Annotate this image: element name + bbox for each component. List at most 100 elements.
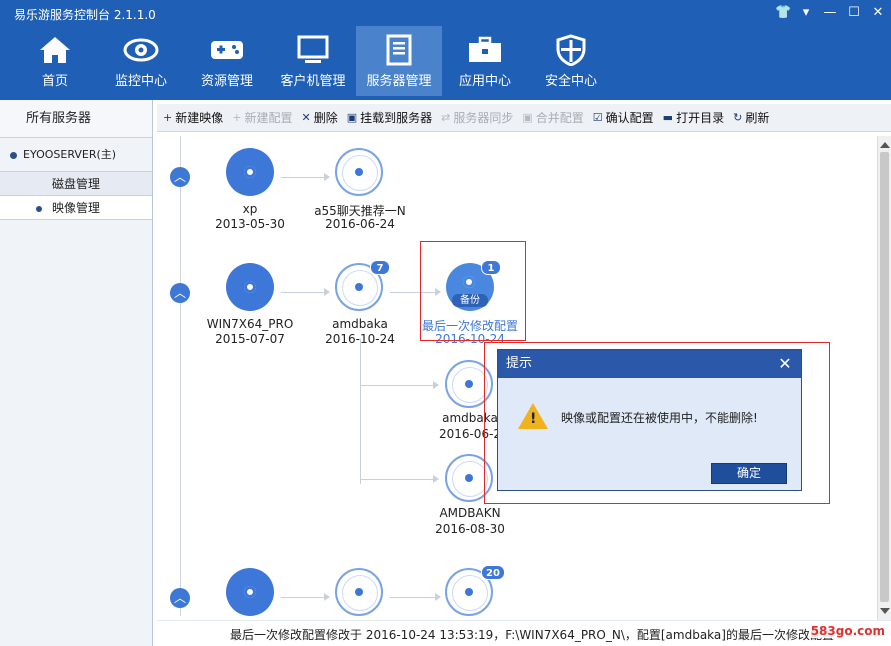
button-label: 删除 bbox=[313, 111, 338, 125]
dialog-message: 映像或配置还在被使用中，不能删除! bbox=[561, 411, 758, 425]
nav-label: 资源管理 bbox=[200, 74, 253, 89]
dialog-body: ! 映像或配置还在被使用中，不能删除! 确定 bbox=[498, 378, 801, 490]
folder-icon: ▬ bbox=[662, 111, 674, 124]
maximize-icon[interactable]: ☐ bbox=[847, 5, 861, 20]
mount-icon: ▣ bbox=[346, 111, 358, 124]
sidebar-header[interactable]: 所有服务器 bbox=[0, 100, 152, 138]
config-date: 2016-06-24 bbox=[325, 217, 395, 231]
highlight-box bbox=[420, 241, 526, 341]
scroll-down-icon[interactable] bbox=[880, 608, 890, 614]
sync-icon: ⇄ bbox=[441, 111, 451, 124]
nav-label: 服务器管理 bbox=[366, 74, 432, 89]
skin-icon[interactable]: 👕 bbox=[775, 5, 791, 20]
nav-label: 安全中心 bbox=[544, 74, 597, 89]
nav-monitor[interactable]: 监控中心 bbox=[98, 26, 184, 96]
nav-resources[interactable]: 资源管理 bbox=[184, 26, 270, 96]
server-name: EYOOSERVER(主) bbox=[23, 148, 117, 161]
server-sync-button[interactable]: ⇄ 服务器同步 bbox=[441, 109, 513, 126]
home-icon bbox=[12, 26, 98, 66]
status-bar: 最后一次修改配置修改于 2016-10-24 13:53:19，F:\WIN7X… bbox=[157, 620, 891, 646]
config-disc-icon[interactable] bbox=[335, 148, 383, 196]
nav-apps[interactable]: 应用中心 bbox=[442, 26, 528, 96]
button-label: 新建配置 bbox=[244, 111, 293, 125]
button-label: 新建映像 bbox=[175, 111, 224, 125]
branch-line bbox=[360, 339, 361, 484]
selected-dot-icon bbox=[36, 205, 42, 212]
collapse-row-3-button[interactable]: ︿ bbox=[170, 588, 190, 608]
nav-label: 首页 bbox=[41, 74, 68, 89]
base-image-disc-icon[interactable] bbox=[226, 263, 274, 311]
nav-servers[interactable]: 服务器管理 bbox=[356, 26, 442, 96]
ok-button[interactable]: 确定 bbox=[711, 463, 787, 484]
base-image-disc-icon[interactable] bbox=[226, 568, 274, 616]
confirm-config-button[interactable]: ☑ 确认配置 bbox=[593, 109, 654, 126]
button-label: 合并配置 bbox=[535, 111, 584, 125]
delete-icon: ✕ bbox=[301, 111, 311, 124]
nav-label: 客户机管理 bbox=[280, 74, 346, 89]
scroll-up-icon[interactable] bbox=[880, 142, 890, 148]
scroll-thumb[interactable] bbox=[880, 152, 889, 602]
eye-icon bbox=[98, 26, 184, 66]
main-nav: 首页 监控中心 资源管理 客户机管理 服务器管理 应用中心 安全中心 bbox=[12, 26, 614, 96]
branch-arrow bbox=[360, 475, 439, 483]
app-title: 易乐游服务控制台 2.1.1.0 bbox=[14, 8, 156, 22]
collapse-row-1-button[interactable]: ︿ bbox=[170, 167, 190, 187]
nav-label: 应用中心 bbox=[458, 74, 511, 89]
base-image-disc-icon[interactable] bbox=[226, 148, 274, 196]
nav-clients[interactable]: 客户机管理 bbox=[270, 26, 356, 96]
monitor-icon bbox=[270, 26, 356, 66]
tree-vertical-line bbox=[180, 136, 181, 616]
sidebar-item-images[interactable]: 映像管理 bbox=[0, 196, 152, 220]
alert-dialog: 提示 ✕ ! 映像或配置还在被使用中，不能删除! 确定 bbox=[497, 349, 802, 491]
branch-arrow bbox=[360, 381, 439, 389]
config-disc-icon[interactable] bbox=[335, 568, 383, 616]
checkbox-icon: ☑ bbox=[592, 111, 603, 124]
config-date: 2016-08-30 bbox=[435, 522, 505, 536]
merge-config-button[interactable]: ▣ 合并配置 bbox=[522, 109, 583, 126]
link-arrow bbox=[281, 288, 330, 296]
child-count-badge: 20 bbox=[481, 565, 505, 580]
button-label: 服务器同步 bbox=[453, 111, 514, 125]
collapse-row-2-button[interactable]: ︿ bbox=[170, 283, 190, 303]
menu-dropdown-icon[interactable]: ▾ bbox=[799, 5, 813, 20]
sidebar-item-disk[interactable]: 磁盘管理 bbox=[0, 172, 152, 196]
open-folder-button[interactable]: ▬ 打开目录 bbox=[663, 109, 724, 126]
gamepad-icon bbox=[184, 26, 270, 66]
dialog-title-bar: 提示 ✕ bbox=[498, 350, 801, 378]
minimize-icon[interactable]: — bbox=[823, 5, 837, 20]
expand-dot-icon bbox=[10, 151, 17, 159]
dialog-title: 提示 bbox=[506, 356, 533, 371]
button-label: 刷新 bbox=[745, 111, 770, 125]
header-bar: 易乐游服务控制台 2.1.1.0 👕 ▾ — ☐ ✕ 首页 监控中心 资源管理 bbox=[0, 0, 891, 100]
button-label: 打开目录 bbox=[676, 111, 725, 125]
watermark: 583go.com bbox=[808, 624, 887, 638]
link-arrow bbox=[281, 173, 330, 181]
refresh-icon: ↻ bbox=[733, 111, 743, 124]
link-arrow bbox=[390, 593, 441, 601]
sidebar-server-node[interactable]: EYOOSERVER(主) bbox=[0, 138, 152, 172]
vertical-scrollbar[interactable] bbox=[877, 136, 891, 620]
link-arrow bbox=[281, 593, 330, 601]
status-text: 最后一次修改配置修改于 2016-10-24 13:53:19，F:\WIN7X… bbox=[230, 628, 834, 642]
dialog-close-icon[interactable]: ✕ bbox=[775, 350, 795, 378]
delete-button[interactable]: ✕ 删除 bbox=[301, 109, 337, 126]
image-toolbar: + 新建映像 + 新建配置 ✕ 删除 ▣ 挂载到服务器 ⇄ 服务器同步 ▣ 合并配置 ☑ 确认… bbox=[157, 104, 891, 132]
config-name: AMDBAKN bbox=[439, 506, 501, 520]
nav-home[interactable]: 首页 bbox=[12, 26, 98, 96]
close-icon[interactable]: ✕ bbox=[871, 5, 885, 20]
mount-to-server-button[interactable]: ▣ 挂载到服务器 bbox=[347, 109, 432, 126]
refresh-button[interactable]: ↻ 刷新 bbox=[733, 109, 769, 126]
toolbox-icon bbox=[442, 26, 528, 66]
new-config-button[interactable]: + 新建配置 bbox=[232, 109, 292, 126]
new-image-button[interactable]: + 新建映像 bbox=[163, 109, 223, 126]
window-controls: 👕 ▾ — ☐ ✕ bbox=[775, 5, 885, 20]
button-label: 挂载到服务器 bbox=[360, 111, 433, 125]
warning-icon: ! bbox=[518, 403, 548, 429]
server-icon bbox=[356, 26, 442, 66]
plus-icon: + bbox=[163, 111, 173, 124]
button-label: 确认配置 bbox=[605, 111, 654, 125]
server-sidebar: 所有服务器 EYOOSERVER(主) 磁盘管理 映像管理 bbox=[0, 100, 153, 646]
nav-security[interactable]: 安全中心 bbox=[528, 26, 614, 96]
merge-icon: ▣ bbox=[522, 111, 533, 124]
sidebar-item-label: 映像管理 bbox=[52, 201, 101, 215]
